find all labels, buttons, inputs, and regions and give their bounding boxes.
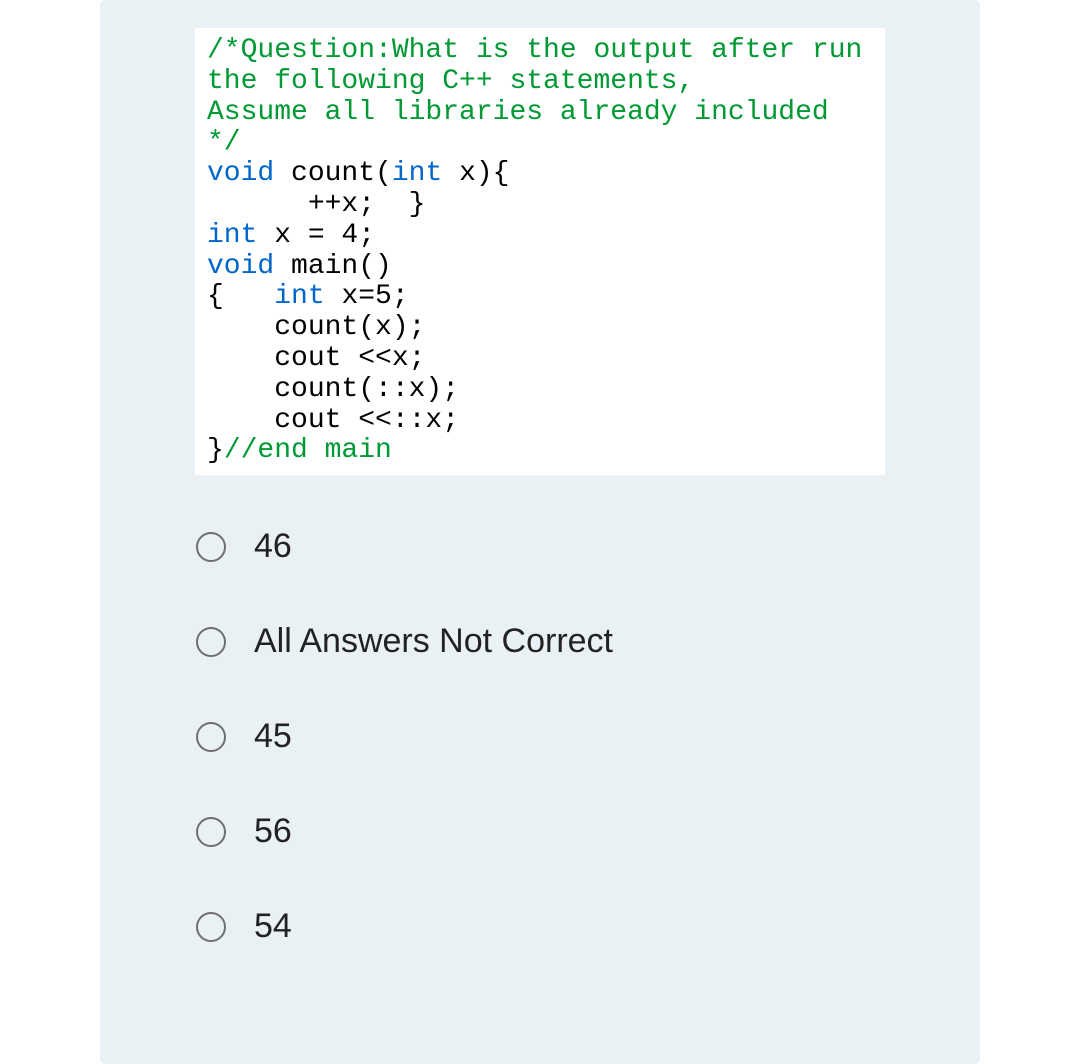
- code-text: x){: [442, 158, 509, 189]
- code-line: Assume all libraries already included: [207, 97, 829, 128]
- code-text: x=5;: [325, 281, 409, 312]
- code-text: {: [207, 281, 274, 312]
- option-2[interactable]: All Answers Not Correct: [196, 622, 956, 661]
- code-line: ++x; }: [207, 189, 425, 220]
- code-comment: //end main: [224, 435, 392, 466]
- option-label: All Answers Not Correct: [254, 622, 613, 661]
- code-text: count(: [274, 158, 392, 189]
- code-kw: void: [207, 158, 274, 189]
- question-card: /*Question:What is the output after run …: [100, 0, 980, 1064]
- option-3[interactable]: 45: [196, 717, 956, 756]
- code-text: x = 4;: [257, 220, 375, 251]
- code-line: count(x);: [207, 312, 425, 343]
- code-kw: void: [207, 251, 274, 282]
- code-line: count(::x);: [207, 374, 459, 405]
- code-line: cout <<::x;: [207, 405, 459, 436]
- code-text: }: [207, 435, 224, 466]
- option-label: 45: [254, 717, 292, 756]
- code-kw: int: [207, 220, 257, 251]
- option-label: 46: [254, 527, 292, 566]
- option-4[interactable]: 56: [196, 812, 956, 851]
- code-line: the following C++ statements,: [207, 66, 694, 97]
- option-label: 54: [254, 907, 292, 946]
- radio-icon: [196, 817, 226, 847]
- code-line: */: [207, 127, 241, 158]
- code-snippet: /*Question:What is the output after run …: [195, 28, 885, 475]
- code-kw: int: [274, 281, 324, 312]
- code-text: main(): [274, 251, 392, 282]
- radio-icon: [196, 722, 226, 752]
- code-line: cout <<x;: [207, 343, 425, 374]
- option-label: 56: [254, 812, 292, 851]
- option-1[interactable]: 46: [196, 527, 956, 566]
- radio-icon: [196, 532, 226, 562]
- radio-icon: [196, 627, 226, 657]
- radio-icon: [196, 912, 226, 942]
- code-line: /*Question:What is the output after run: [207, 35, 862, 66]
- option-5[interactable]: 54: [196, 907, 956, 946]
- answer-options: 46 All Answers Not Correct 45 56 54: [124, 527, 956, 946]
- code-kw: int: [392, 158, 442, 189]
